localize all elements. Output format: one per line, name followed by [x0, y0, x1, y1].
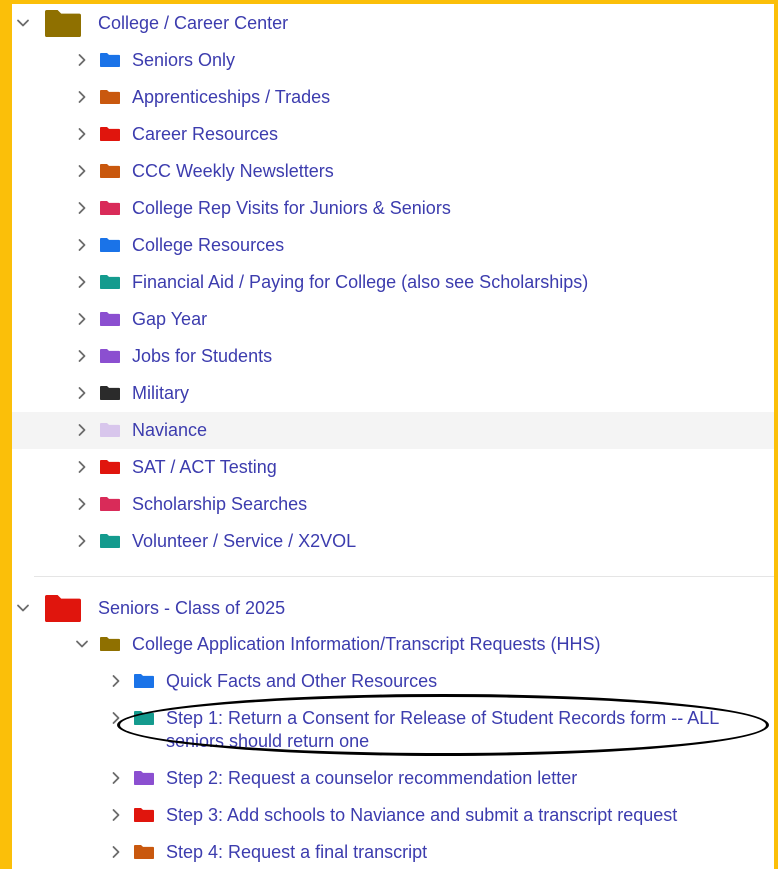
- step-folder-item[interactable]: Step 4: Request a final transcript: [12, 834, 774, 869]
- folder-icon: [100, 423, 120, 437]
- folder-label: Seniors - Class of 2025: [98, 598, 286, 618]
- folder-item[interactable]: Jobs for Students: [12, 338, 774, 375]
- folder-label: Military: [132, 383, 189, 403]
- chevron-right-icon[interactable]: [107, 709, 125, 727]
- folder-item[interactable]: Scholarship Searches: [12, 486, 774, 523]
- folder-label: Naviance: [132, 420, 208, 440]
- folder-item[interactable]: Seniors Only: [12, 42, 774, 79]
- folder-item[interactable]: Volunteer / Service / X2VOL: [12, 523, 774, 560]
- folder-label: Scholarship Searches: [132, 494, 308, 514]
- folder-icon: [134, 674, 154, 688]
- chevron-right-icon[interactable]: [73, 384, 91, 402]
- folder-icon: [100, 164, 120, 178]
- folder-label: Gap Year: [132, 309, 208, 329]
- folder-item[interactable]: CCC Weekly Newsletters: [12, 153, 774, 190]
- folder-icon: [100, 312, 120, 326]
- folder-item[interactable]: Apprenticeships / Trades: [12, 79, 774, 116]
- step-folder-item[interactable]: Quick Facts and Other Resources: [12, 663, 774, 700]
- folder-item[interactable]: Gap Year: [12, 301, 774, 338]
- chevron-right-icon[interactable]: [73, 51, 91, 69]
- chevron-right-icon[interactable]: [73, 273, 91, 291]
- folder-label: Apprenticeships / Trades: [132, 87, 331, 107]
- folder-label: College Resources: [132, 235, 285, 255]
- folder-label: CCC Weekly Newsletters: [132, 161, 334, 181]
- chevron-right-icon[interactable]: [107, 769, 125, 787]
- folder-icon: [100, 201, 120, 215]
- folder-item[interactable]: Naviance: [12, 412, 774, 449]
- folder-label: Jobs for Students: [132, 346, 273, 366]
- folder-item[interactable]: College Resources: [12, 227, 774, 264]
- folder-label: Career Resources: [132, 124, 279, 144]
- folder-icon: [134, 711, 154, 725]
- folder-item[interactable]: College Rep Visits for Juniors & Seniors: [12, 190, 774, 227]
- folder-label: SAT / ACT Testing: [132, 457, 277, 477]
- folder-icon: [100, 53, 120, 67]
- chevron-down-icon[interactable]: [73, 635, 91, 653]
- folder-tree: College / Career Center Seniors Only Appre…: [12, 4, 774, 869]
- folder-label: Financial Aid / Paying for College (also…: [132, 272, 589, 292]
- folder-icon: [45, 595, 81, 622]
- folder-label: Step 4: Request a final transcript: [166, 842, 428, 862]
- folder-icon: [100, 497, 120, 511]
- chevron-right-icon[interactable]: [73, 421, 91, 439]
- chevron-right-icon[interactable]: [73, 495, 91, 513]
- chevron-right-icon[interactable]: [73, 199, 91, 217]
- folder-label: College / Career Center: [98, 13, 289, 33]
- folder-icon: [100, 349, 120, 363]
- step-folder-item[interactable]: Step 3: Add schools to Naviance and subm…: [12, 797, 774, 834]
- folder-icon: [100, 460, 120, 474]
- folder-label: Seniors Only: [132, 50, 236, 70]
- folder-label: Step 1: Return a Consent for Release of …: [166, 708, 719, 751]
- folder-icon: [100, 238, 120, 252]
- folder-label: College Application Information/Transcri…: [132, 634, 601, 654]
- chevron-right-icon[interactable]: [73, 458, 91, 476]
- chevron-right-icon[interactable]: [107, 672, 125, 690]
- chevron-right-icon[interactable]: [107, 806, 125, 824]
- folder-item[interactable]: Financial Aid / Paying for College (also…: [12, 264, 774, 301]
- folder-item[interactable]: SAT / ACT Testing: [12, 449, 774, 486]
- folder-label: College Rep Visits for Juniors & Seniors: [132, 198, 451, 218]
- chevron-right-icon[interactable]: [73, 125, 91, 143]
- chevron-right-icon[interactable]: [73, 310, 91, 328]
- folder-icon: [100, 637, 120, 651]
- chevron-down-icon[interactable]: [14, 599, 32, 617]
- chevron-down-icon[interactable]: [14, 14, 32, 32]
- step-folder-item[interactable]: Step 2: Request a counselor recommendati…: [12, 760, 774, 797]
- folder-label: Step 3: Add schools to Naviance and subm…: [166, 805, 678, 825]
- chevron-right-icon[interactable]: [73, 532, 91, 550]
- folder-item[interactable]: Career Resources: [12, 116, 774, 153]
- chevron-right-icon[interactable]: [73, 88, 91, 106]
- section-seniors-class-of-2025[interactable]: Seniors - Class of 2025: [12, 589, 774, 626]
- folder-label: Volunteer / Service / X2VOL: [132, 531, 357, 551]
- folder-icon: [100, 386, 120, 400]
- folder-icon: [100, 275, 120, 289]
- folder-label: Step 2: Request a counselor recommendati…: [166, 768, 578, 788]
- step-folder-item[interactable]: Step 1: Return a Consent for Release of …: [12, 700, 774, 758]
- folder-icon: [100, 90, 120, 104]
- folder-icon: [100, 127, 120, 141]
- folder-label: Quick Facts and Other Resources: [166, 671, 438, 691]
- chevron-right-icon[interactable]: [73, 347, 91, 365]
- folder-item[interactable]: Military: [12, 375, 774, 412]
- chevron-right-icon[interactable]: [73, 236, 91, 254]
- folder-icon: [45, 10, 81, 37]
- section-divider: [34, 576, 774, 577]
- folder-icon: [134, 808, 154, 822]
- subfolder-college-application-info[interactable]: College Application Information/Transcri…: [12, 626, 774, 663]
- chevron-right-icon[interactable]: [107, 843, 125, 861]
- folder-icon: [100, 534, 120, 548]
- section-college-career-center[interactable]: College / Career Center: [12, 4, 774, 41]
- folder-icon: [134, 845, 154, 859]
- folder-icon: [134, 771, 154, 785]
- chevron-right-icon[interactable]: [73, 162, 91, 180]
